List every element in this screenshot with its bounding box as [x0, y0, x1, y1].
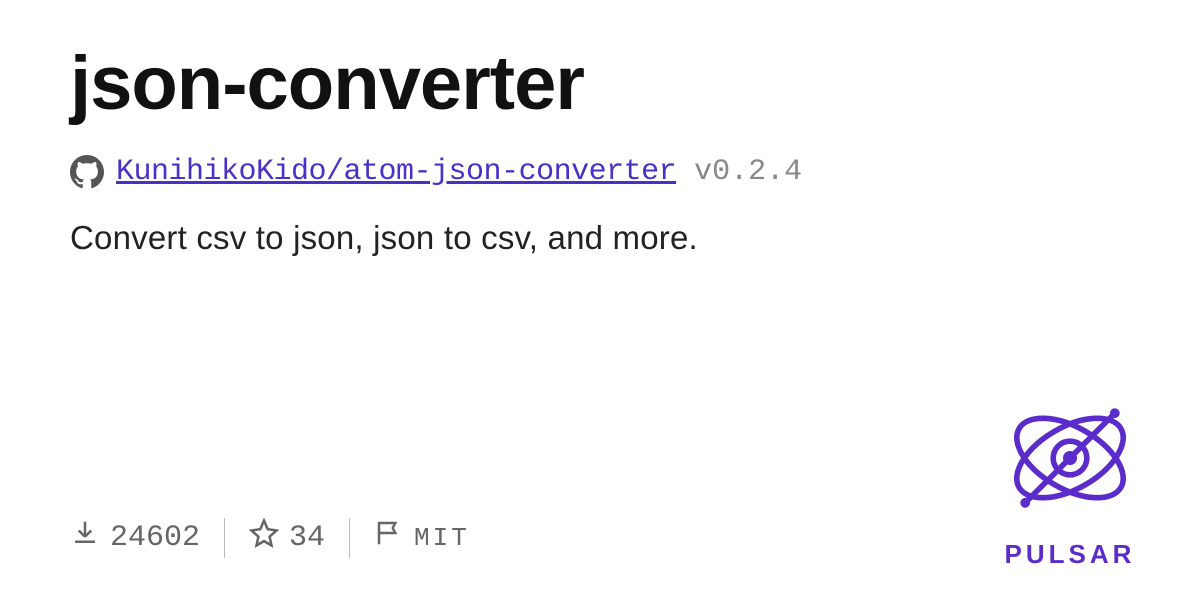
divider	[224, 518, 225, 558]
repo-link[interactable]: KunihikoKido/atom-json-converter	[116, 155, 676, 189]
package-title: json-converter	[70, 40, 1130, 127]
stats-bar: 24602 34 MIT	[70, 518, 470, 558]
pulsar-logo: PULSAR	[1000, 388, 1140, 570]
stars-count: 34	[289, 521, 325, 555]
flag-icon	[374, 518, 404, 558]
github-icon	[70, 155, 104, 189]
pulsar-icon	[1000, 388, 1140, 533]
license-stat: MIT	[374, 518, 470, 558]
downloads-stat: 24602	[70, 518, 200, 558]
license-label: MIT	[414, 523, 470, 553]
package-description: Convert csv to json, json to csv, and mo…	[70, 219, 1130, 257]
download-icon	[70, 518, 100, 558]
repo-row: KunihikoKido/atom-json-converter v0.2.4	[70, 155, 1130, 189]
star-icon	[249, 518, 279, 558]
divider	[349, 518, 350, 558]
stars-stat: 34	[249, 518, 325, 558]
version-label: v0.2.4	[694, 155, 802, 189]
pulsar-brand-text: PULSAR	[1005, 539, 1136, 570]
downloads-count: 24602	[110, 521, 200, 555]
